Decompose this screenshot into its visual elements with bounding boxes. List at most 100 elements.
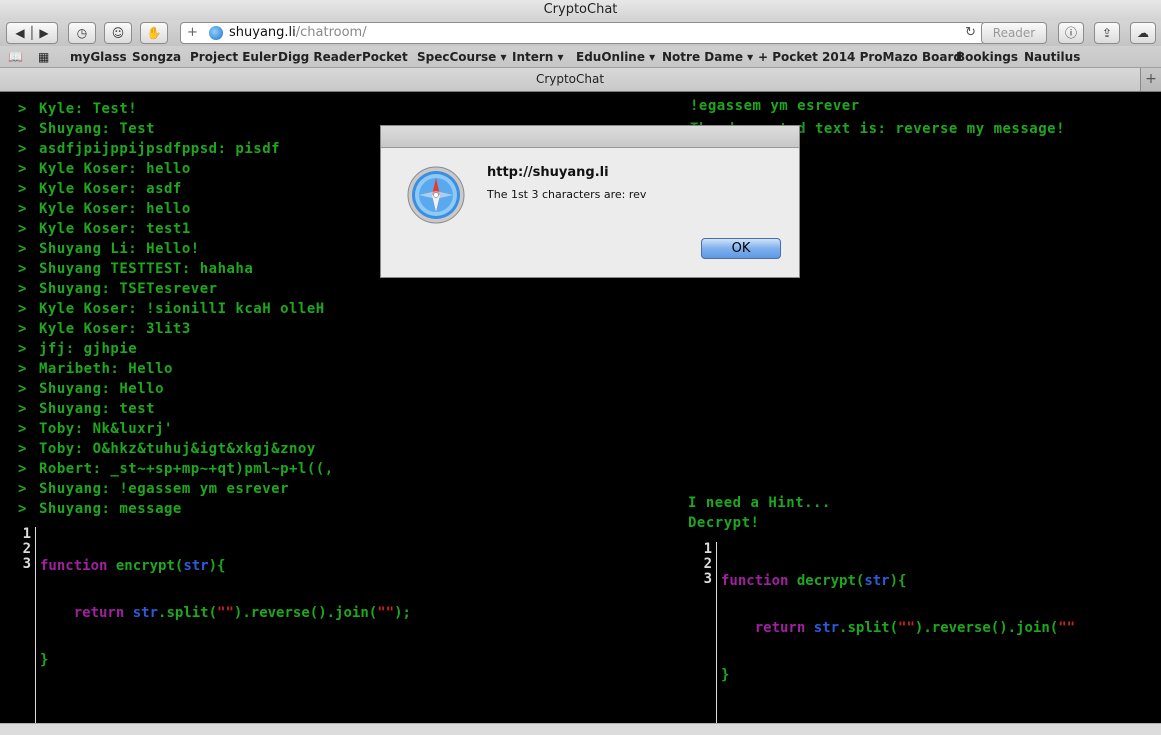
chat-message-text: Shuyang: Hello	[39, 381, 165, 397]
chat-message-text: Shuyang: TSETesrever	[39, 281, 218, 297]
url-text: shuyang.li/chatroom/	[229, 25, 367, 40]
line-number: 3	[22, 556, 31, 572]
bookmark-intern[interactable]: Intern ▾	[512, 46, 564, 68]
prompt-arrow: >	[18, 261, 27, 277]
bookmark-songza[interactable]: Songza	[132, 46, 181, 68]
back-forward-buttons[interactable]: ◀ │ ▶	[6, 22, 58, 44]
chat-message-text: Toby: O&hkz&tuhuj&igt&xkgj&znoy	[39, 441, 316, 457]
function-name: encrypt	[115, 558, 175, 574]
bookmark-myglass[interactable]: myGlass	[70, 46, 127, 68]
tab-label: CryptoChat	[535, 72, 605, 86]
ghostery-button[interactable]: ☺	[104, 22, 132, 44]
argument: str	[813, 620, 840, 636]
address-bar[interactable]: + shuyang.li/chatroom/ ↻	[180, 22, 985, 44]
code-line: return str.split("").reverse().join(""	[721, 621, 1075, 636]
prompt-arrow: >	[18, 501, 27, 517]
chat-message: > jfj: gjhpie	[18, 339, 334, 359]
bookmark-eduonline[interactable]: EduOnline ▾	[576, 46, 655, 68]
dialog-title-bar	[381, 126, 799, 148]
prompt-arrow: >	[18, 341, 27, 357]
alert-dialog: http://shuyang.li The 1st 3 characters a…	[380, 125, 800, 278]
chat-message-text: Kyle: Test!	[39, 101, 138, 117]
argument: str	[132, 605, 159, 621]
chat-message: > Toby: O&hkz&tuhuj&igt&xkgj&znoy	[18, 439, 334, 459]
reader-label: Reader	[992, 26, 1036, 40]
back-icon[interactable]: ◀	[15, 26, 24, 40]
bookmark-pocket[interactable]: Pocket	[362, 46, 408, 68]
share-button[interactable]: ⇪	[1094, 22, 1120, 44]
prompt-arrow: >	[18, 181, 27, 197]
bookmark-project-euler[interactable]: Project Euler	[190, 46, 277, 68]
chat-message: > Shuyang: TSETesrever	[18, 279, 334, 299]
prompt-arrow: >	[18, 421, 27, 437]
chat-message: > Kyle Koser: test1	[18, 219, 334, 239]
reader-button[interactable]: Reader	[981, 22, 1047, 44]
string-literal: ""	[1058, 620, 1076, 636]
bookmark-notre-dame[interactable]: Notre Dame ▾	[662, 46, 753, 68]
ok-button[interactable]: OK	[701, 238, 781, 259]
window-title-bar: CryptoChat	[0, 0, 1161, 20]
prompt-arrow: >	[18, 121, 27, 137]
chat-message-text: Shuyang TESTTEST: hahaha	[39, 261, 254, 277]
top-sites-icon[interactable]: ▦	[38, 46, 49, 68]
punctuation: }	[721, 667, 730, 683]
punctuation: ){	[889, 573, 907, 589]
string-literal: ""	[377, 605, 395, 621]
history-button[interactable]: ◷	[68, 22, 96, 44]
keyword-return: return	[754, 620, 806, 636]
chat-message-text: Maribeth: Hello	[39, 361, 173, 377]
add-bookmark-icon[interactable]: +	[187, 23, 198, 43]
ghost-icon: ☺	[111, 26, 125, 40]
line-number: 1	[703, 541, 712, 557]
chat-message: > asdfjpijppijpsdfppsd: pisdf	[18, 139, 334, 159]
chat-message: > Shuyang: Test	[18, 119, 334, 139]
bookmark-bookings[interactable]: Bookings	[956, 46, 1018, 68]
safari-compass-icon	[407, 166, 465, 224]
line-number: 3	[703, 571, 712, 587]
code-line: }	[40, 653, 411, 668]
chat-message: > Robert: _st~+sp+mp~+qt)pml~p+l((,	[18, 459, 334, 479]
decrypt-button[interactable]: Decrypt!	[688, 515, 759, 531]
tab-cryptochat[interactable]: CryptoChat	[0, 68, 1140, 91]
method-chain: .split(	[158, 605, 218, 621]
prompt-arrow: >	[18, 221, 27, 237]
icloud-button[interactable]: ☁	[1130, 22, 1156, 44]
string-literal: ""	[217, 605, 234, 621]
prompt-arrow: >	[18, 401, 27, 417]
forward-icon[interactable]: ▶	[39, 26, 48, 40]
bookmark-nautilus[interactable]: Nautilus	[1024, 46, 1080, 68]
extension-button[interactable]: ✋	[140, 22, 168, 44]
method-chain: ).reverse().join(	[914, 620, 1059, 636]
new-tab-button[interactable]: +	[1140, 68, 1161, 91]
bookmark-plus-pocket[interactable]: + Pocket	[758, 46, 818, 68]
prompt-arrow: >	[18, 461, 27, 477]
chat-message-text: asdfjpijppijpsdfppsd: pisdf	[39, 141, 281, 157]
code-area[interactable]: function encrypt(str){ return str.split(…	[40, 527, 411, 700]
reload-icon[interactable]: ↻	[965, 23, 976, 43]
code-area[interactable]: function decrypt(str){ return str.split(…	[721, 542, 1075, 715]
hint-button[interactable]: I need a Hint...	[688, 495, 831, 511]
bookmark-digg-reader[interactable]: Digg Reader	[278, 46, 362, 68]
chat-message: > Kyle Koser: 3lit3	[18, 319, 334, 339]
line-number: 2	[703, 556, 712, 572]
reading-list-icon[interactable]: 📖	[8, 46, 23, 68]
chat-message: > Kyle Koser: !sionillI kcaH olleH	[18, 299, 334, 319]
tab-bar: CryptoChat +	[0, 68, 1161, 92]
chat-message-text: Kyle Koser: hello	[39, 201, 191, 217]
chat-message-text: Kyle Koser: !sionillI kcaH olleH	[39, 301, 325, 317]
chat-input[interactable]: > Shuyang: message	[18, 499, 182, 519]
chat-input-value[interactable]: Shuyang: message	[39, 501, 182, 517]
chat-message-text: Shuyang: Test	[39, 121, 156, 137]
prompt-arrow: >	[18, 161, 27, 177]
chat-message-text: Shuyang: !egassem ym esrever	[39, 481, 290, 497]
share-icon: ⇪	[1101, 26, 1113, 40]
bookmark-speccourse[interactable]: SpecCourse ▾	[417, 46, 506, 68]
prompt-arrow: >	[18, 381, 27, 397]
plus-icon: +	[1145, 71, 1157, 87]
chat-message-text: Shuyang: test	[39, 401, 156, 417]
code-line: return str.split("").reverse().join("");	[40, 606, 411, 621]
window-title: CryptoChat	[543, 2, 618, 17]
bookmark-promazo-board[interactable]: 2014 ProMazo Board	[822, 46, 962, 68]
chat-message: > Shuyang: test	[18, 399, 334, 419]
info-button[interactable]: ⓘ	[1058, 22, 1084, 44]
